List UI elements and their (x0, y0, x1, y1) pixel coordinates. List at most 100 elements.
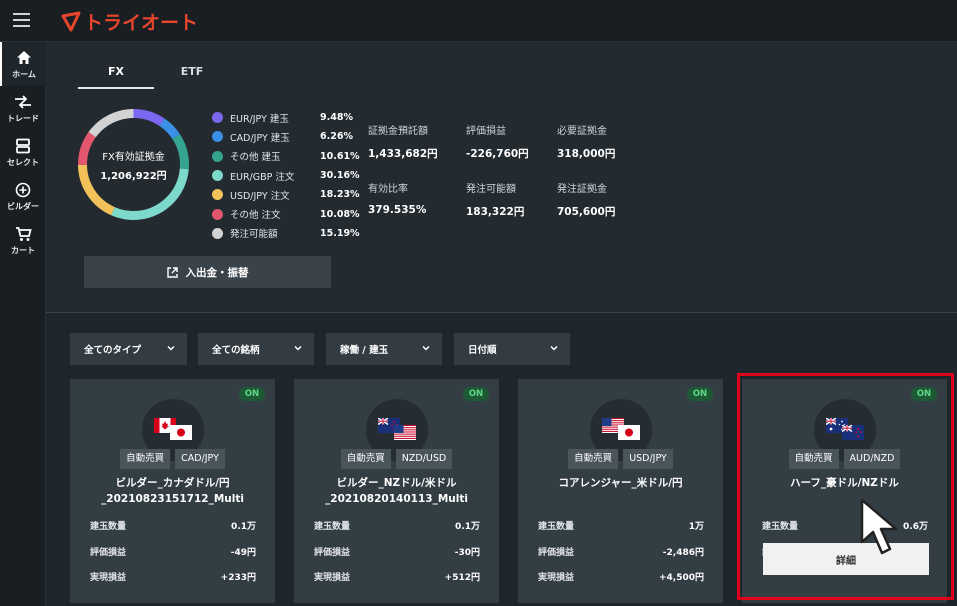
trade-arrows-icon (13, 93, 33, 111)
filter-type-dropdown[interactable]: 全てのタイプ (70, 333, 187, 365)
legend-color-dot (212, 189, 223, 201)
card-stat-value: -49円 (230, 548, 256, 558)
legend-label: 発注可能額 (230, 229, 278, 241)
legend-label: EUR/GBP 注文 (230, 171, 295, 183)
sidebar-item-builder[interactable]: ビルダー (0, 174, 46, 218)
sidebar-item-trade[interactable]: トレード (0, 86, 46, 130)
stat-item: 証拠金預託額 1,433,682円 (368, 122, 468, 161)
card-stat-label: 建玉数量 (538, 522, 575, 532)
strategy-name: コアレンジャー_米ドル/円 (518, 475, 723, 491)
stat-label: 発注証拠金 (557, 184, 607, 195)
strategy-name-line1: ビルダー_NZドル/米ドル (336, 477, 457, 489)
deposit-transfer-button[interactable]: 入出金・振替 (84, 256, 331, 288)
legend-color-dot (212, 150, 223, 162)
currency-pair-tag: NZD/USD (395, 449, 453, 469)
logo-mark-icon (61, 11, 81, 32)
mouse-cursor-icon (860, 498, 898, 555)
legend-label: USD/JPY 注文 (230, 190, 290, 202)
strategy-name-line1: ビルダー_カナダドル/円 (115, 477, 230, 489)
stat-item: 評価損益 -226,760円 (466, 122, 566, 161)
legend-item: その他 注文 10.08% (212, 204, 362, 223)
app-root: トライオート ホーム トレード セレクト ビルダー カート FX ETF FX有… (0, 0, 957, 606)
legend-item: 発注可能額 15.19% (212, 224, 362, 243)
chevron-down-icon (167, 345, 175, 351)
card-stat-value: +233円 (220, 573, 256, 583)
brand-logo[interactable]: トライオート (60, 8, 198, 34)
sidebar-item-label: カート (11, 245, 35, 255)
cart-icon (13, 225, 33, 243)
top-bar: トライオート (0, 0, 957, 42)
currency-pair-tag: USD/JPY (623, 449, 673, 469)
card-stat-label: 建玉数量 (314, 522, 351, 532)
donut-value: 1,206,922円 (100, 170, 167, 182)
stat-label: 有効比率 (368, 184, 408, 195)
strategy-name-line2: _20210823151712_Multi (101, 493, 244, 505)
chevron-down-icon (422, 345, 430, 351)
trade-type-tag: 自動売買 (120, 449, 171, 469)
card-stat-label: 実現損益 (90, 573, 127, 583)
main-content: FX ETF FX有効証拠金 1,206,922円 EUR/JPY 建玉 9.48… (46, 42, 957, 606)
stat-label: 評価損益 (466, 126, 506, 137)
card-tags: 自動売買 USD/JPY (518, 449, 723, 469)
legend-item: EUR/GBP 注文 30.16% (212, 166, 362, 185)
stat-item: 発注証拠金 705,600円 (557, 180, 657, 219)
card-stat-label: 評価損益 (90, 548, 127, 558)
usa-flag-icon (394, 425, 416, 444)
legend-item: EUR/JPY 建玉 9.48% (212, 108, 362, 127)
strategy-card[interactable]: ON 自動売買 CAD/JPY ビルダー_カナダドル/円 _20210823151712… (70, 379, 275, 603)
strategy-name: ビルダー_NZドル/米ドル _20210820140113_Multi (294, 475, 499, 507)
asset-tabs: FX ETF (78, 62, 230, 89)
status-badge: ON (911, 387, 937, 401)
card-stat-value: -30円 (454, 548, 480, 558)
sidebar-item-cart[interactable]: カート (0, 218, 46, 262)
deposit-transfer-label: 入出金・振替 (185, 266, 249, 279)
strategy-name-line1: コアレンジャー_米ドル/円 (558, 477, 683, 489)
legend-label: EUR/JPY 建玉 (230, 113, 289, 125)
sidebar-item-label: トレード (7, 113, 39, 123)
strategy-card[interactable]: ON 自動売買 NZD/USD ビルダー_NZドル/米ドル _2021082014011… (294, 379, 499, 603)
card-stat-row: 評価損益 -2,486円 (538, 545, 704, 559)
hamburger-menu-icon[interactable] (13, 13, 30, 27)
filter-symbol-dropdown[interactable]: 全ての銘柄 (198, 333, 314, 365)
new-zealand-flag-icon (841, 424, 864, 444)
sidebar-nav: ホーム トレード セレクト ビルダー カート (0, 42, 46, 606)
sidebar-item-select[interactable]: セレクト (0, 130, 46, 174)
legend-color-dot (212, 227, 223, 239)
stat-label: 必要証拠金 (557, 126, 607, 137)
stat-value: 318,000円 (557, 148, 616, 160)
tab-etf[interactable]: ETF (154, 62, 230, 89)
card-stat-label: 建玉数量 (762, 522, 799, 532)
strategy-card[interactable]: ON 自動売買 USD/JPY コアレンジャー_米ドル/円建玉数量 1万評価損益 -2,4… (518, 379, 723, 603)
card-stat-value: +4,500円 (658, 573, 704, 583)
filter-status-dropdown[interactable]: 稼働 / 建玉 (326, 333, 442, 365)
stat-value: 705,600円 (557, 206, 616, 218)
donut-center-label: FX有効証拠金 1,206,922円 (76, 107, 191, 222)
legend-percent: 18.23% (320, 189, 360, 201)
card-stat-row: 建玉数量 1万 (538, 519, 704, 533)
card-tags: 自動売買 CAD/JPY (70, 449, 275, 469)
card-stat-row: 建玉数量 0.1万 (314, 519, 480, 533)
card-stat-label: 実現損益 (314, 573, 351, 583)
sidebar-item-label: セレクト (7, 157, 39, 167)
donut-legend: EUR/JPY 建玉 9.48% CAD/JPY 建玉 6.26% その他 建玉 10.6… (212, 108, 362, 243)
chevron-down-icon (294, 345, 302, 351)
status-badge: ON (687, 387, 713, 401)
stat-item: 必要証拠金 318,000円 (557, 122, 657, 161)
filter-label: 全ての銘柄 (212, 345, 260, 356)
stat-label: 発注可能額 (466, 184, 516, 195)
legend-percent: 15.19% (320, 227, 360, 239)
stat-value: 183,322円 (466, 206, 525, 218)
card-stat-value: 0.1万 (455, 522, 480, 532)
legend-color-dot (212, 112, 223, 124)
currency-pair-tag: CAD/JPY (175, 449, 225, 469)
card-stat-row: 実現損益 +512円 (314, 570, 480, 584)
tab-fx[interactable]: FX (78, 62, 154, 89)
legend-percent: 6.26% (320, 131, 353, 143)
account-summary-panel: FX ETF FX有効証拠金 1,206,922円 EUR/JPY 建玉 9.48… (46, 42, 957, 313)
filter-sort-dropdown[interactable]: 日付順 (454, 333, 570, 365)
sidebar-item-home[interactable]: ホーム (0, 42, 46, 86)
trade-type-tag: 自動売買 (340, 449, 391, 469)
card-stat-row: 実現損益 +4,500円 (538, 570, 704, 584)
card-stat-value: 1万 (688, 522, 704, 532)
strategy-name: ハーフ_豪ドル/NZドル (742, 475, 947, 491)
